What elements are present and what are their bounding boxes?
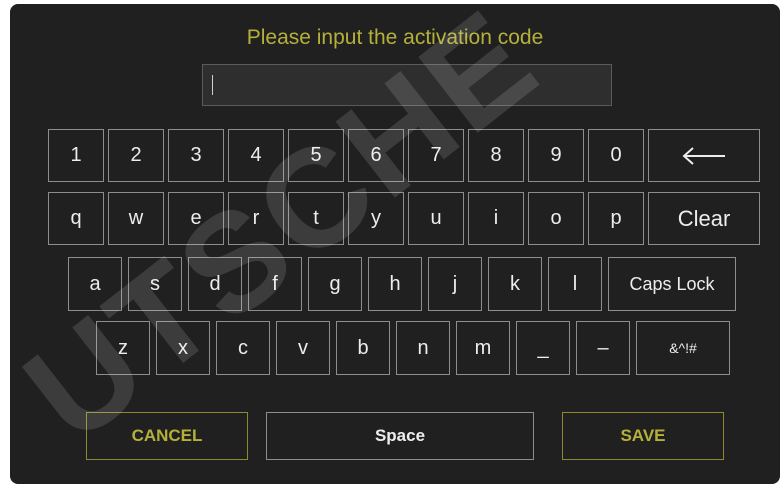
- key-n[interactable]: n: [396, 321, 450, 375]
- key-x[interactable]: x: [156, 321, 210, 375]
- key-h[interactable]: h: [368, 257, 422, 311]
- key-v[interactable]: v: [276, 321, 330, 375]
- key-a[interactable]: a: [68, 257, 122, 311]
- key-9[interactable]: 9: [528, 129, 584, 182]
- arrow-left-icon: [682, 146, 725, 165]
- key-q[interactable]: q: [48, 192, 104, 245]
- backspace-key[interactable]: [648, 129, 760, 182]
- clear-key[interactable]: Clear: [648, 192, 760, 245]
- key-u[interactable]: u: [408, 192, 464, 245]
- key-8[interactable]: 8: [468, 129, 524, 182]
- key-k[interactable]: k: [488, 257, 542, 311]
- key-e[interactable]: e: [168, 192, 224, 245]
- key-i[interactable]: i: [468, 192, 524, 245]
- activation-code-input[interactable]: [202, 64, 612, 106]
- space-key[interactable]: Space: [266, 412, 534, 460]
- key-5[interactable]: 5: [288, 129, 344, 182]
- key-dash[interactable]: –: [576, 321, 630, 375]
- key-2[interactable]: 2: [108, 129, 164, 182]
- cancel-button[interactable]: CANCEL: [86, 412, 248, 460]
- key-f[interactable]: f: [248, 257, 302, 311]
- text-caret: [212, 75, 213, 95]
- key-6[interactable]: 6: [348, 129, 404, 182]
- symbols-key[interactable]: &^!#: [636, 321, 730, 375]
- key-3[interactable]: 3: [168, 129, 224, 182]
- key-j[interactable]: j: [428, 257, 482, 311]
- key-g[interactable]: g: [308, 257, 362, 311]
- caps-lock-key[interactable]: Caps Lock: [608, 257, 736, 311]
- activation-dialog: Please input the activation code 1 2 3 4…: [10, 4, 780, 484]
- key-0[interactable]: 0: [588, 129, 644, 182]
- key-4[interactable]: 4: [228, 129, 284, 182]
- key-w[interactable]: w: [108, 192, 164, 245]
- key-underscore[interactable]: _: [516, 321, 570, 375]
- key-b[interactable]: b: [336, 321, 390, 375]
- key-d[interactable]: d: [188, 257, 242, 311]
- key-y[interactable]: y: [348, 192, 404, 245]
- key-7[interactable]: 7: [408, 129, 464, 182]
- key-1[interactable]: 1: [48, 129, 104, 182]
- key-c[interactable]: c: [216, 321, 270, 375]
- dialog-title: Please input the activation code: [246, 26, 544, 49]
- key-o[interactable]: o: [528, 192, 584, 245]
- key-z[interactable]: z: [96, 321, 150, 375]
- save-button[interactable]: SAVE: [562, 412, 724, 460]
- key-p[interactable]: p: [588, 192, 644, 245]
- key-r[interactable]: r: [228, 192, 284, 245]
- key-m[interactable]: m: [456, 321, 510, 375]
- key-s[interactable]: s: [128, 257, 182, 311]
- key-t[interactable]: t: [288, 192, 344, 245]
- key-l[interactable]: l: [548, 257, 602, 311]
